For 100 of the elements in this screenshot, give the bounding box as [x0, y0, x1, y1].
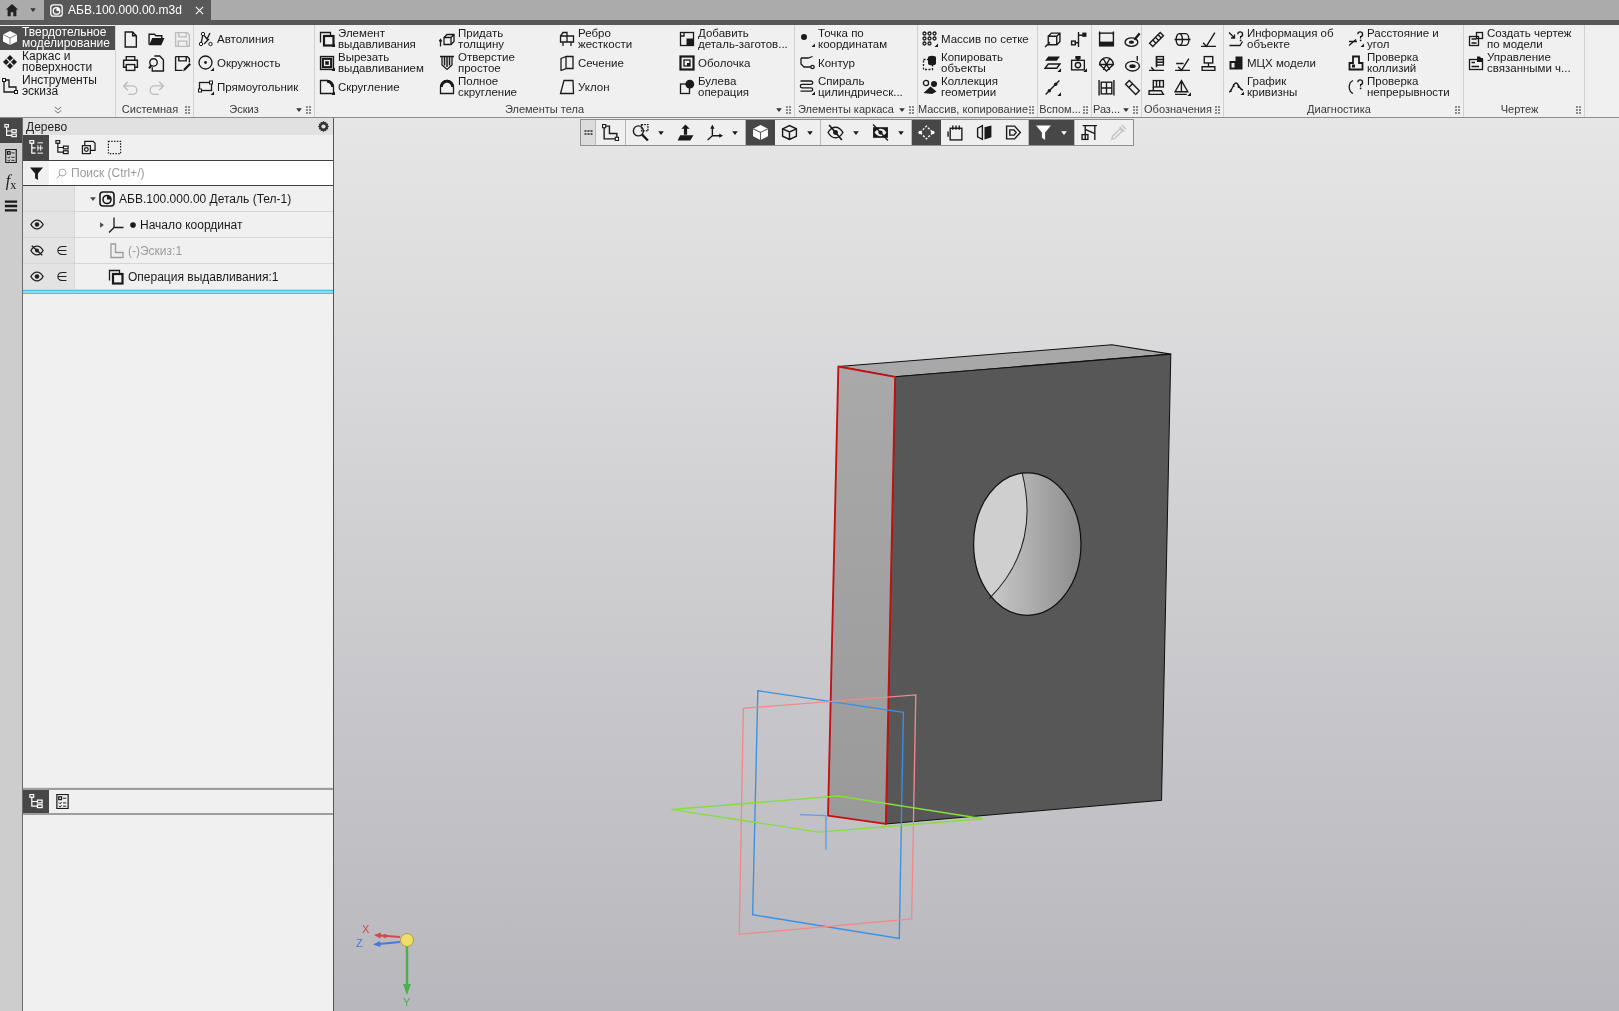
group-label: Элементы каркаса [798, 103, 894, 116]
tool-button[interactable]: Булева операция [675, 75, 752, 99]
close-tab-button[interactable] [193, 4, 205, 16]
tool-button[interactable]: Автолиния [194, 27, 276, 51]
tree-item[interactable]: Начало координат [75, 212, 333, 237]
plane-outline[interactable] [738, 694, 917, 936]
hollow-box-icon [679, 55, 695, 71]
search-field[interactable]: Поиск (Ctrl+/) [49, 161, 333, 185]
panel-tool-button[interactable] [23, 790, 49, 813]
view-tool-button[interactable] [912, 120, 941, 145]
tree-item[interactable]: АБВ.100.000.00 Деталь (Тел-1) [75, 186, 333, 211]
menu-icon [4, 198, 18, 213]
notepad-box-icon [947, 124, 964, 141]
tool-button[interactable]: Спираль цилиндрическ... [795, 75, 905, 99]
view-tool-button[interactable] [746, 120, 775, 145]
page-icon [121, 30, 139, 48]
trapezoid-icon [559, 79, 575, 95]
cube-icon [2, 30, 18, 46]
panel-title: Дерево [26, 118, 68, 136]
camera-box-icon [1069, 54, 1087, 72]
tool-button[interactable]: Прямоугольник [194, 75, 301, 99]
grip-dots-icon [909, 105, 914, 114]
pipette-icon [1110, 124, 1127, 141]
horizontal-plane-outline[interactable] [670, 795, 984, 833]
tool-button[interactable]: Полное скругление [435, 75, 520, 99]
tool-button[interactable]: Отверстие простое [435, 51, 517, 75]
plate-model[interactable] [827, 344, 1172, 825]
tool-button[interactable]: Элемент выдавливания [315, 27, 418, 51]
eye-frame-icon [872, 124, 889, 141]
group-label: Диагностика [1307, 103, 1371, 116]
shapes-icon [922, 79, 938, 95]
group-label: Вспом... [1039, 103, 1081, 116]
printer-icon [121, 54, 139, 72]
tool-button[interactable]: Скругление [315, 75, 402, 99]
tool-button[interactable]: Добавить деталь-заготов... [675, 27, 790, 51]
tool-button[interactable]: Создать чертеж по модели [1464, 27, 1574, 51]
view-tool-button[interactable] [1029, 120, 1074, 145]
tool-button[interactable]: График кривизны [1224, 75, 1300, 99]
mode-tab[interactable]: Каркас и поверхности [0, 50, 115, 74]
stacked-planes-icon [1043, 54, 1061, 72]
tool-button[interactable]: Оболочка [675, 51, 753, 75]
tool-button[interactable]: Копировать объекты [918, 51, 1005, 75]
plane-outline[interactable] [751, 689, 905, 940]
search-icon [56, 168, 67, 179]
tool-button[interactable]: Массив по сетке [918, 27, 1031, 51]
tool-button[interactable]: Придать толщину [435, 27, 506, 51]
tool-button[interactable]: Расстояние и угол [1344, 27, 1441, 51]
side-tab[interactable]: f$_{x}$ [0, 168, 22, 193]
circle-square-icon [50, 3, 63, 17]
corner-icon [108, 242, 124, 259]
inclusion-symbol: ∈ [56, 270, 68, 283]
angle-question-icon [1348, 31, 1364, 47]
circle-square-icon [99, 190, 115, 207]
inclusion-symbol: ∈ [56, 244, 68, 257]
mode-tab[interactable]: Твердотельное моделирование [0, 26, 115, 50]
tool-button[interactable]: Управление связанными ч... [1464, 51, 1573, 75]
axis-corner-icon [108, 216, 124, 233]
axis-label: Z [356, 938, 363, 949]
zoom-icon [632, 124, 649, 141]
tool-button[interactable]: Точка по координатам [795, 27, 890, 51]
close-icon [194, 5, 204, 15]
axis-label: Y [403, 997, 411, 1008]
grip-dots-icon [185, 105, 190, 114]
offset-squares-icon [108, 268, 124, 285]
tree-icon [28, 794, 44, 809]
grip-dots-icon [1576, 105, 1581, 114]
tool-button[interactable]: Вырезать выдавливанием [315, 51, 426, 75]
stacked-blocks-icon [1348, 55, 1364, 71]
tool-button[interactable]: Сечение [555, 51, 626, 75]
side-tab[interactable] [0, 118, 22, 143]
tool-button[interactable]: Окружность [194, 51, 283, 75]
tree-item[interactable]: Операция выдавливания:1 [75, 264, 333, 289]
axis-triad-icon [372, 932, 415, 996]
nested-pentagon-icon [1005, 124, 1022, 141]
group-label: Обозначения [1144, 103, 1212, 116]
checklist-icon [54, 794, 70, 809]
framed-panel-icon [1097, 30, 1115, 48]
tool-button[interactable]: Проверка коллизий [1344, 51, 1421, 75]
panel-tool-button[interactable] [23, 135, 49, 160]
tree-icon [4, 123, 18, 138]
tool-button[interactable]: Ребро жесткости [555, 27, 635, 51]
dashed-square-icon [106, 140, 122, 155]
settings-button[interactable] [316, 119, 330, 134]
mesh-dome-icon [1097, 54, 1115, 72]
mode-tab[interactable]: Инструменты эскиза [0, 74, 115, 98]
document-tab[interactable]: АБВ.100.000.00.m3d [44, 0, 211, 20]
check-line-icon [1199, 30, 1217, 48]
tool-button[interactable]: МЦХ модели [1224, 51, 1318, 75]
tool-button[interactable]: Информация об объекте [1224, 27, 1336, 51]
tool-button[interactable]: Проверка непрерывности [1344, 75, 1452, 99]
toolbar-grip[interactable] [581, 120, 595, 145]
arrow-box-icon [439, 31, 455, 47]
tool-button[interactable]: Уклон [555, 75, 612, 99]
folder-icon [147, 30, 165, 48]
tool-button[interactable]: Коллекция геометрии [918, 75, 1000, 99]
group-label: Чертеж [1500, 103, 1539, 116]
half-round-icon [439, 79, 455, 95]
disk-icon [1123, 54, 1141, 72]
tool-button[interactable]: Контур [795, 51, 857, 75]
rectangle-icon [198, 79, 214, 95]
